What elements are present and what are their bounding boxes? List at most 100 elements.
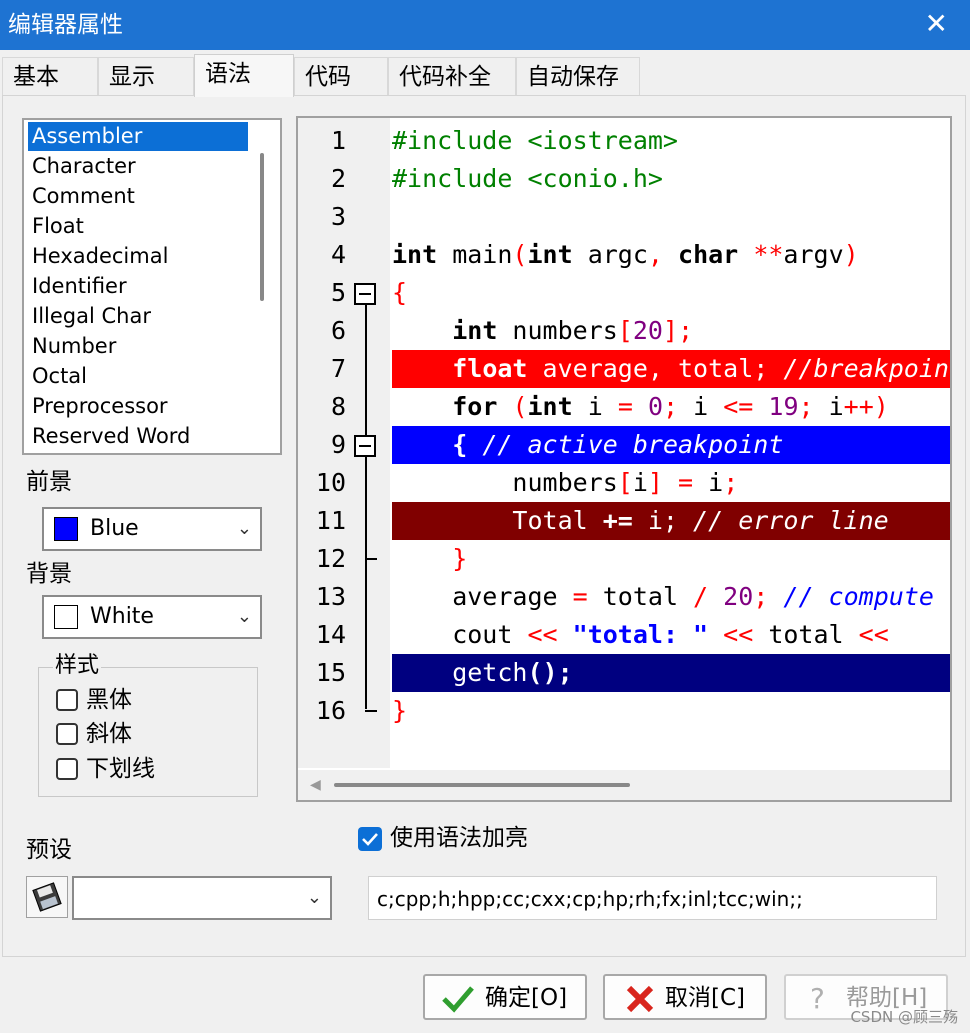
code-token: cout [392,620,528,649]
line-number-gutter: 1 2 3 4 5 6 7 8 9 10 11 12 13 14 15 16 [298,118,390,768]
fold-toggle-icon[interactable] [354,435,376,457]
file-extensions-input[interactable]: c;cpp;h;hpp;cc;cxx;cp;hp;rh;fx;inl;tcc;w… [368,876,937,920]
background-color-select[interactable]: White ⌄ [42,595,262,639]
list-item[interactable]: Number [28,332,248,361]
code-token: { [452,430,468,459]
horizontal-scrollbar[interactable]: ◀ [298,770,950,800]
code-token: <= [723,392,754,421]
underline-checkbox[interactable] [56,758,78,780]
fold-end-marker [365,710,377,712]
floppy-disk-icon [32,882,62,912]
preset-save-button[interactable] [26,876,68,918]
scroll-thumb[interactable] [334,783,630,787]
code-line: } [392,692,950,730]
code-token: ) [843,240,859,269]
list-item[interactable]: Preprocessor [28,392,248,421]
code-token: i; [632,506,694,535]
list-item[interactable]: Illegal Char [28,302,248,331]
window-title: 编辑器属性 [8,12,123,38]
list-item[interactable]: Reserved Word [28,422,248,451]
title-bar: 编辑器属性 ✕ [0,0,970,50]
list-item[interactable]: Hexadecimal [28,242,248,271]
line-number: 4 [330,240,346,269]
style-group-title: 样式 [53,652,102,680]
code-token: ** [753,240,784,269]
list-item[interactable]: Character [28,152,248,181]
syntax-preview-editor[interactable]: 1 2 3 4 5 6 7 8 9 10 11 12 13 14 15 16 #include <iostre… [296,116,952,802]
code-token: int [527,392,573,421]
code-token: ; [753,582,769,611]
code-token: ( [512,240,528,269]
code-token: int [452,316,498,345]
code-token: ]; [662,316,694,345]
syntax-element-list[interactable]: Assembler Character Comment Float Hexade… [22,118,282,455]
close-icon[interactable]: ✕ [925,9,948,39]
fold-guide [365,299,367,709]
code-token: [ [617,468,633,497]
help-icon: ? [810,982,825,1015]
bold-checkbox[interactable] [56,689,78,711]
code-token: = [572,582,588,611]
code-token: } [392,696,408,725]
code-token: 19 [768,392,799,421]
list-item[interactable]: Comment [28,182,248,211]
scroll-left-icon[interactable]: ◀ [310,777,321,793]
code-token: i [678,392,724,421]
code-token: 20 [723,582,754,611]
ok-button[interactable]: 确定[O] [423,974,587,1020]
code-token: //breakpoint [783,354,952,383]
list-item[interactable]: Float [28,212,248,241]
tab-code-completion[interactable]: 代码补全 [388,57,516,95]
code-line: cout << "total: " << total << [392,616,950,654]
preset-label: 预设 [26,837,72,863]
line-number: 12 [315,544,346,573]
cancel-button-label: 取消[C] [665,985,746,1011]
list-scrollbar[interactable] [260,153,264,301]
list-item[interactable]: Octal [28,362,248,391]
tab-code[interactable]: 代码 [294,57,388,95]
code-token: argv [783,240,844,269]
list-item[interactable]: Assembler [28,122,248,151]
use-highlight-checkbox[interactable] [358,827,382,851]
preset-select[interactable]: ⌄ [72,876,332,920]
code-token: 0 [647,392,663,421]
code-token: #include <iostream> [392,126,678,155]
svg-text:?: ? [810,982,825,1015]
line-number: 13 [315,582,346,611]
fold-toggle-icon[interactable] [354,283,376,305]
tab-syntax[interactable]: 语法 [194,54,294,97]
chevron-down-icon: ⌄ [236,606,252,627]
list-item[interactable]: Identifier [28,272,248,301]
code-token: average, total; [527,354,784,383]
cancel-button[interactable]: 取消[C] [603,974,767,1020]
code-token: / [693,582,709,611]
line-number: 14 [315,620,346,649]
code-token: i [813,392,844,421]
code-token: argc [572,240,648,269]
tab-autosave[interactable]: 自动保存 [516,57,640,95]
code-token: // active breakpoint [482,430,784,459]
cross-icon [626,985,654,1013]
line-number: 10 [315,468,346,497]
code-line: #include <iostream> [392,122,950,160]
code-token: average [392,582,573,611]
code-line: } [392,540,950,578]
code-token: char [678,240,739,269]
tab-display[interactable]: 显示 [98,57,194,95]
tab-basic[interactable]: 基本 [2,57,98,95]
line-number: 7 [330,354,346,383]
code-token: getch [392,658,528,687]
italic-checkbox[interactable] [56,723,78,745]
code-line: getch(); [392,654,950,692]
foreground-color-select[interactable]: Blue ⌄ [42,507,262,551]
code-line: Total += i; // error line [392,502,950,540]
code-token: = [678,468,694,497]
code-line: for (int i = 0; i <= 19; i++) [392,388,950,426]
code-line: { // active breakpoint [392,426,950,464]
